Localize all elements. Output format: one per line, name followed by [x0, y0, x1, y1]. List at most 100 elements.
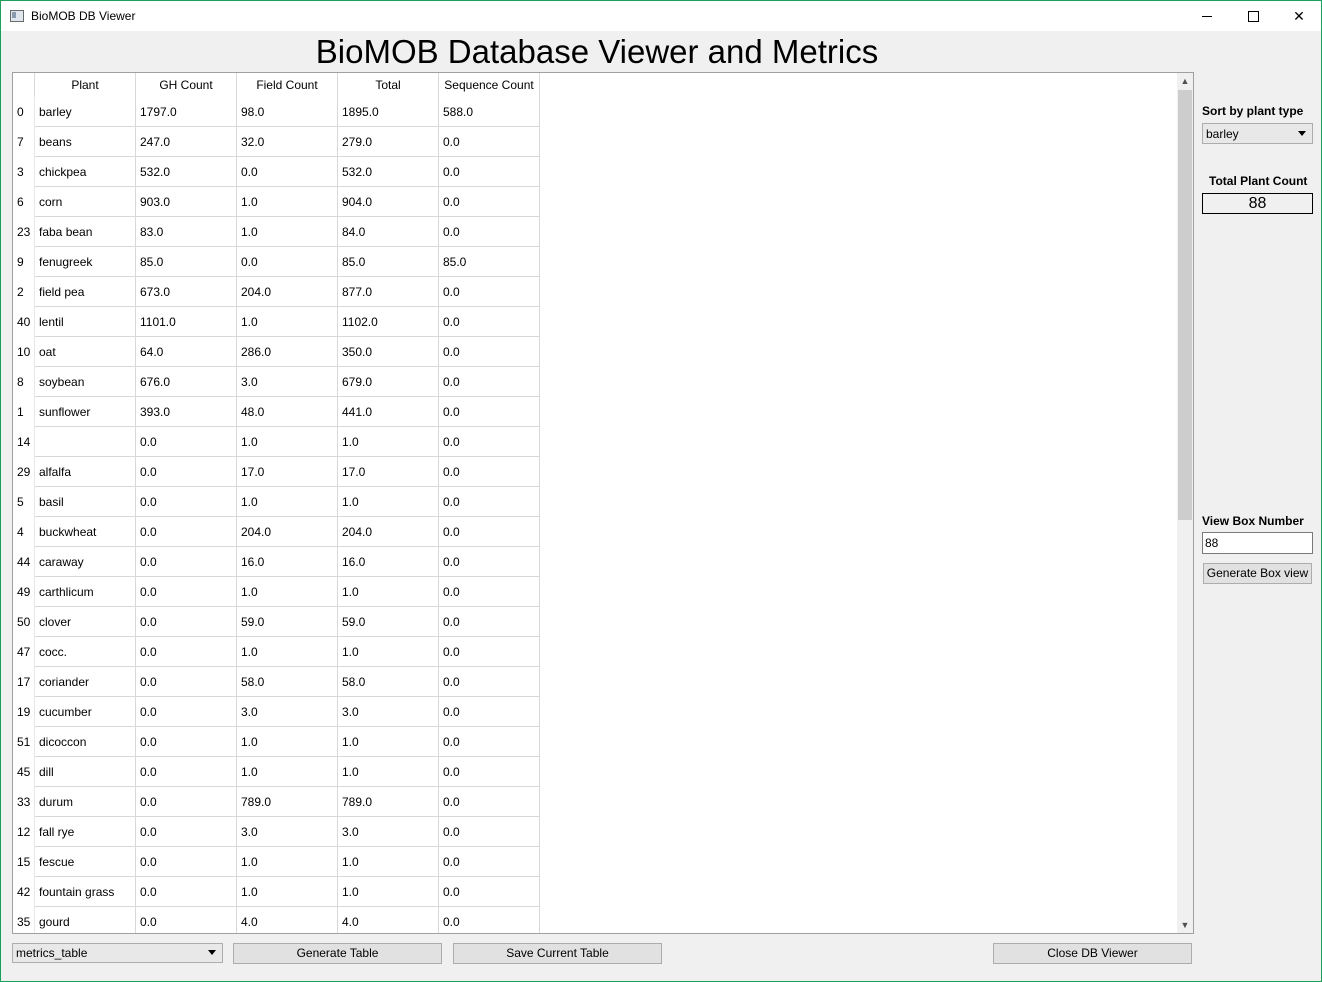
generate-table-button[interactable]: Generate Table [233, 943, 442, 964]
row-index-header[interactable]: 17 [13, 666, 35, 697]
row-index-header[interactable]: 2 [13, 276, 35, 307]
table-cell-gh[interactable]: 0.0 [135, 876, 237, 907]
table-cell-gh[interactable]: 0.0 [135, 546, 237, 577]
table-cell-gh[interactable]: 0.0 [135, 696, 237, 727]
table-cell-seq[interactable]: 0.0 [438, 546, 540, 577]
table-cell-seq[interactable]: 0.0 [438, 486, 540, 517]
table-cell-seq[interactable]: 0.0 [438, 666, 540, 697]
table-cell-field[interactable]: 204.0 [236, 516, 338, 547]
table-cell-plant[interactable]: chickpea [34, 156, 136, 187]
table-cell-plant[interactable]: cocc. [34, 636, 136, 667]
table-cell-plant[interactable]: dill [34, 756, 136, 787]
table-cell-seq[interactable]: 0.0 [438, 606, 540, 637]
table-cell-total[interactable]: 1.0 [337, 636, 439, 667]
table-cell-gh[interactable]: 0.0 [135, 606, 237, 637]
table-cell-gh[interactable]: 0.0 [135, 816, 237, 847]
table-cell-total[interactable]: 1.0 [337, 576, 439, 607]
table-cell-plant[interactable]: carthlicum [34, 576, 136, 607]
table-cell-total[interactable]: 4.0 [337, 906, 439, 933]
table-cell-gh[interactable]: 393.0 [135, 396, 237, 427]
table-row[interactable]: 29 alfalfa 0.0 17.0 17.0 0.0 [13, 456, 540, 487]
table-cell-total[interactable]: 3.0 [337, 696, 439, 727]
table-cell-gh[interactable]: 1101.0 [135, 306, 237, 337]
table-cell-gh[interactable]: 673.0 [135, 276, 237, 307]
row-index-header[interactable]: 35 [13, 906, 35, 933]
table-cell-seq[interactable]: 0.0 [438, 336, 540, 367]
table-cell-field[interactable]: 1.0 [236, 576, 338, 607]
table-row[interactable]: 45 dill 0.0 1.0 1.0 0.0 [13, 756, 540, 787]
table-cell-plant[interactable]: buckwheat [34, 516, 136, 547]
table-cell-plant[interactable]: sunflower [34, 396, 136, 427]
table-cell-total[interactable]: 350.0 [337, 336, 439, 367]
table-cell-seq[interactable]: 0.0 [438, 456, 540, 487]
table-cell-field[interactable]: 1.0 [236, 306, 338, 337]
maximize-button[interactable] [1230, 1, 1276, 31]
row-index-header[interactable]: 0 [13, 97, 35, 127]
table-row[interactable]: 9 fenugreek 85.0 0.0 85.0 85.0 [13, 246, 540, 277]
table-cell-field[interactable]: 1.0 [236, 216, 338, 247]
table-cell-seq[interactable]: 0.0 [438, 366, 540, 397]
table-cell-gh[interactable]: 0.0 [135, 846, 237, 877]
table-cell-field[interactable]: 1.0 [236, 846, 338, 877]
minimize-button[interactable] [1184, 1, 1230, 31]
table-cell-field[interactable]: 1.0 [236, 876, 338, 907]
table-cell-seq[interactable]: 0.0 [438, 216, 540, 247]
table-cell-total[interactable]: 85.0 [337, 246, 439, 277]
row-index-header[interactable]: 23 [13, 216, 35, 247]
table-cell-total[interactable]: 877.0 [337, 276, 439, 307]
table-cell-gh[interactable]: 0.0 [135, 786, 237, 817]
table-cell-plant[interactable]: fountain grass [34, 876, 136, 907]
table-cell-gh[interactable]: 0.0 [135, 576, 237, 607]
table-cell-seq[interactable]: 0.0 [438, 396, 540, 427]
table-cell-field[interactable]: 1.0 [236, 726, 338, 757]
table-cell-gh[interactable]: 0.0 [135, 636, 237, 667]
table-cell-total[interactable]: 3.0 [337, 816, 439, 847]
plant-type-dropdown[interactable]: barley [1202, 123, 1313, 144]
table-cell-total[interactable]: 532.0 [337, 156, 439, 187]
table-cell-field[interactable]: 0.0 [236, 156, 338, 187]
row-index-header[interactable]: 47 [13, 636, 35, 667]
table-row[interactable]: 47 cocc. 0.0 1.0 1.0 0.0 [13, 636, 540, 667]
table-cell-plant[interactable]: barley [34, 97, 136, 127]
table-cell-field[interactable]: 789.0 [236, 786, 338, 817]
table-cell-seq[interactable]: 0.0 [438, 306, 540, 337]
table-cell-total[interactable]: 16.0 [337, 546, 439, 577]
table-cell-total[interactable]: 204.0 [337, 516, 439, 547]
table-cell-field[interactable]: 1.0 [236, 426, 338, 457]
table-cell-plant[interactable]: alfalfa [34, 456, 136, 487]
save-current-table-button[interactable]: Save Current Table [453, 943, 662, 964]
table-cell-plant[interactable]: clover [34, 606, 136, 637]
table-cell-total[interactable]: 1.0 [337, 726, 439, 757]
table-cell-seq[interactable]: 0.0 [438, 696, 540, 727]
scroll-down-arrow-icon[interactable]: ▼ [1177, 917, 1193, 933]
row-index-header[interactable]: 50 [13, 606, 35, 637]
table-cell-plant[interactable]: durum [34, 786, 136, 817]
table-cell-field[interactable]: 16.0 [236, 546, 338, 577]
table-cell-gh[interactable]: 0.0 [135, 726, 237, 757]
table-cell-gh[interactable]: 532.0 [135, 156, 237, 187]
table-cell-total[interactable]: 1895.0 [337, 97, 439, 127]
table-row[interactable]: 17 coriander 0.0 58.0 58.0 0.0 [13, 666, 540, 697]
generate-box-view-button[interactable]: Generate Box view [1203, 563, 1312, 584]
table-cell-total[interactable]: 1102.0 [337, 306, 439, 337]
table-cell-field[interactable]: 32.0 [236, 126, 338, 157]
row-index-header[interactable]: 29 [13, 456, 35, 487]
table-cell-plant[interactable]: corn [34, 186, 136, 217]
table-cell-field[interactable]: 1.0 [236, 636, 338, 667]
table-cell-field[interactable]: 1.0 [236, 756, 338, 787]
row-index-header[interactable]: 45 [13, 756, 35, 787]
column-header-plant[interactable]: Plant [34, 73, 136, 97]
table-cell-plant[interactable]: coriander [34, 666, 136, 697]
table-row[interactable]: 15 fescue 0.0 1.0 1.0 0.0 [13, 846, 540, 877]
table-cell-seq[interactable]: 0.0 [438, 156, 540, 187]
table-cell-total[interactable]: 904.0 [337, 186, 439, 217]
table-cell-seq[interactable]: 0.0 [438, 126, 540, 157]
table-row[interactable]: 51 dicoccon 0.0 1.0 1.0 0.0 [13, 726, 540, 757]
table-row[interactable]: 40 lentil 1101.0 1.0 1102.0 0.0 [13, 306, 540, 337]
table-cell-total[interactable]: 1.0 [337, 876, 439, 907]
row-index-header[interactable]: 1 [13, 396, 35, 427]
table-cell-total[interactable]: 1.0 [337, 426, 439, 457]
table-cell-field[interactable]: 0.0 [236, 246, 338, 277]
table-cell-gh[interactable]: 0.0 [135, 456, 237, 487]
row-index-header[interactable]: 42 [13, 876, 35, 907]
